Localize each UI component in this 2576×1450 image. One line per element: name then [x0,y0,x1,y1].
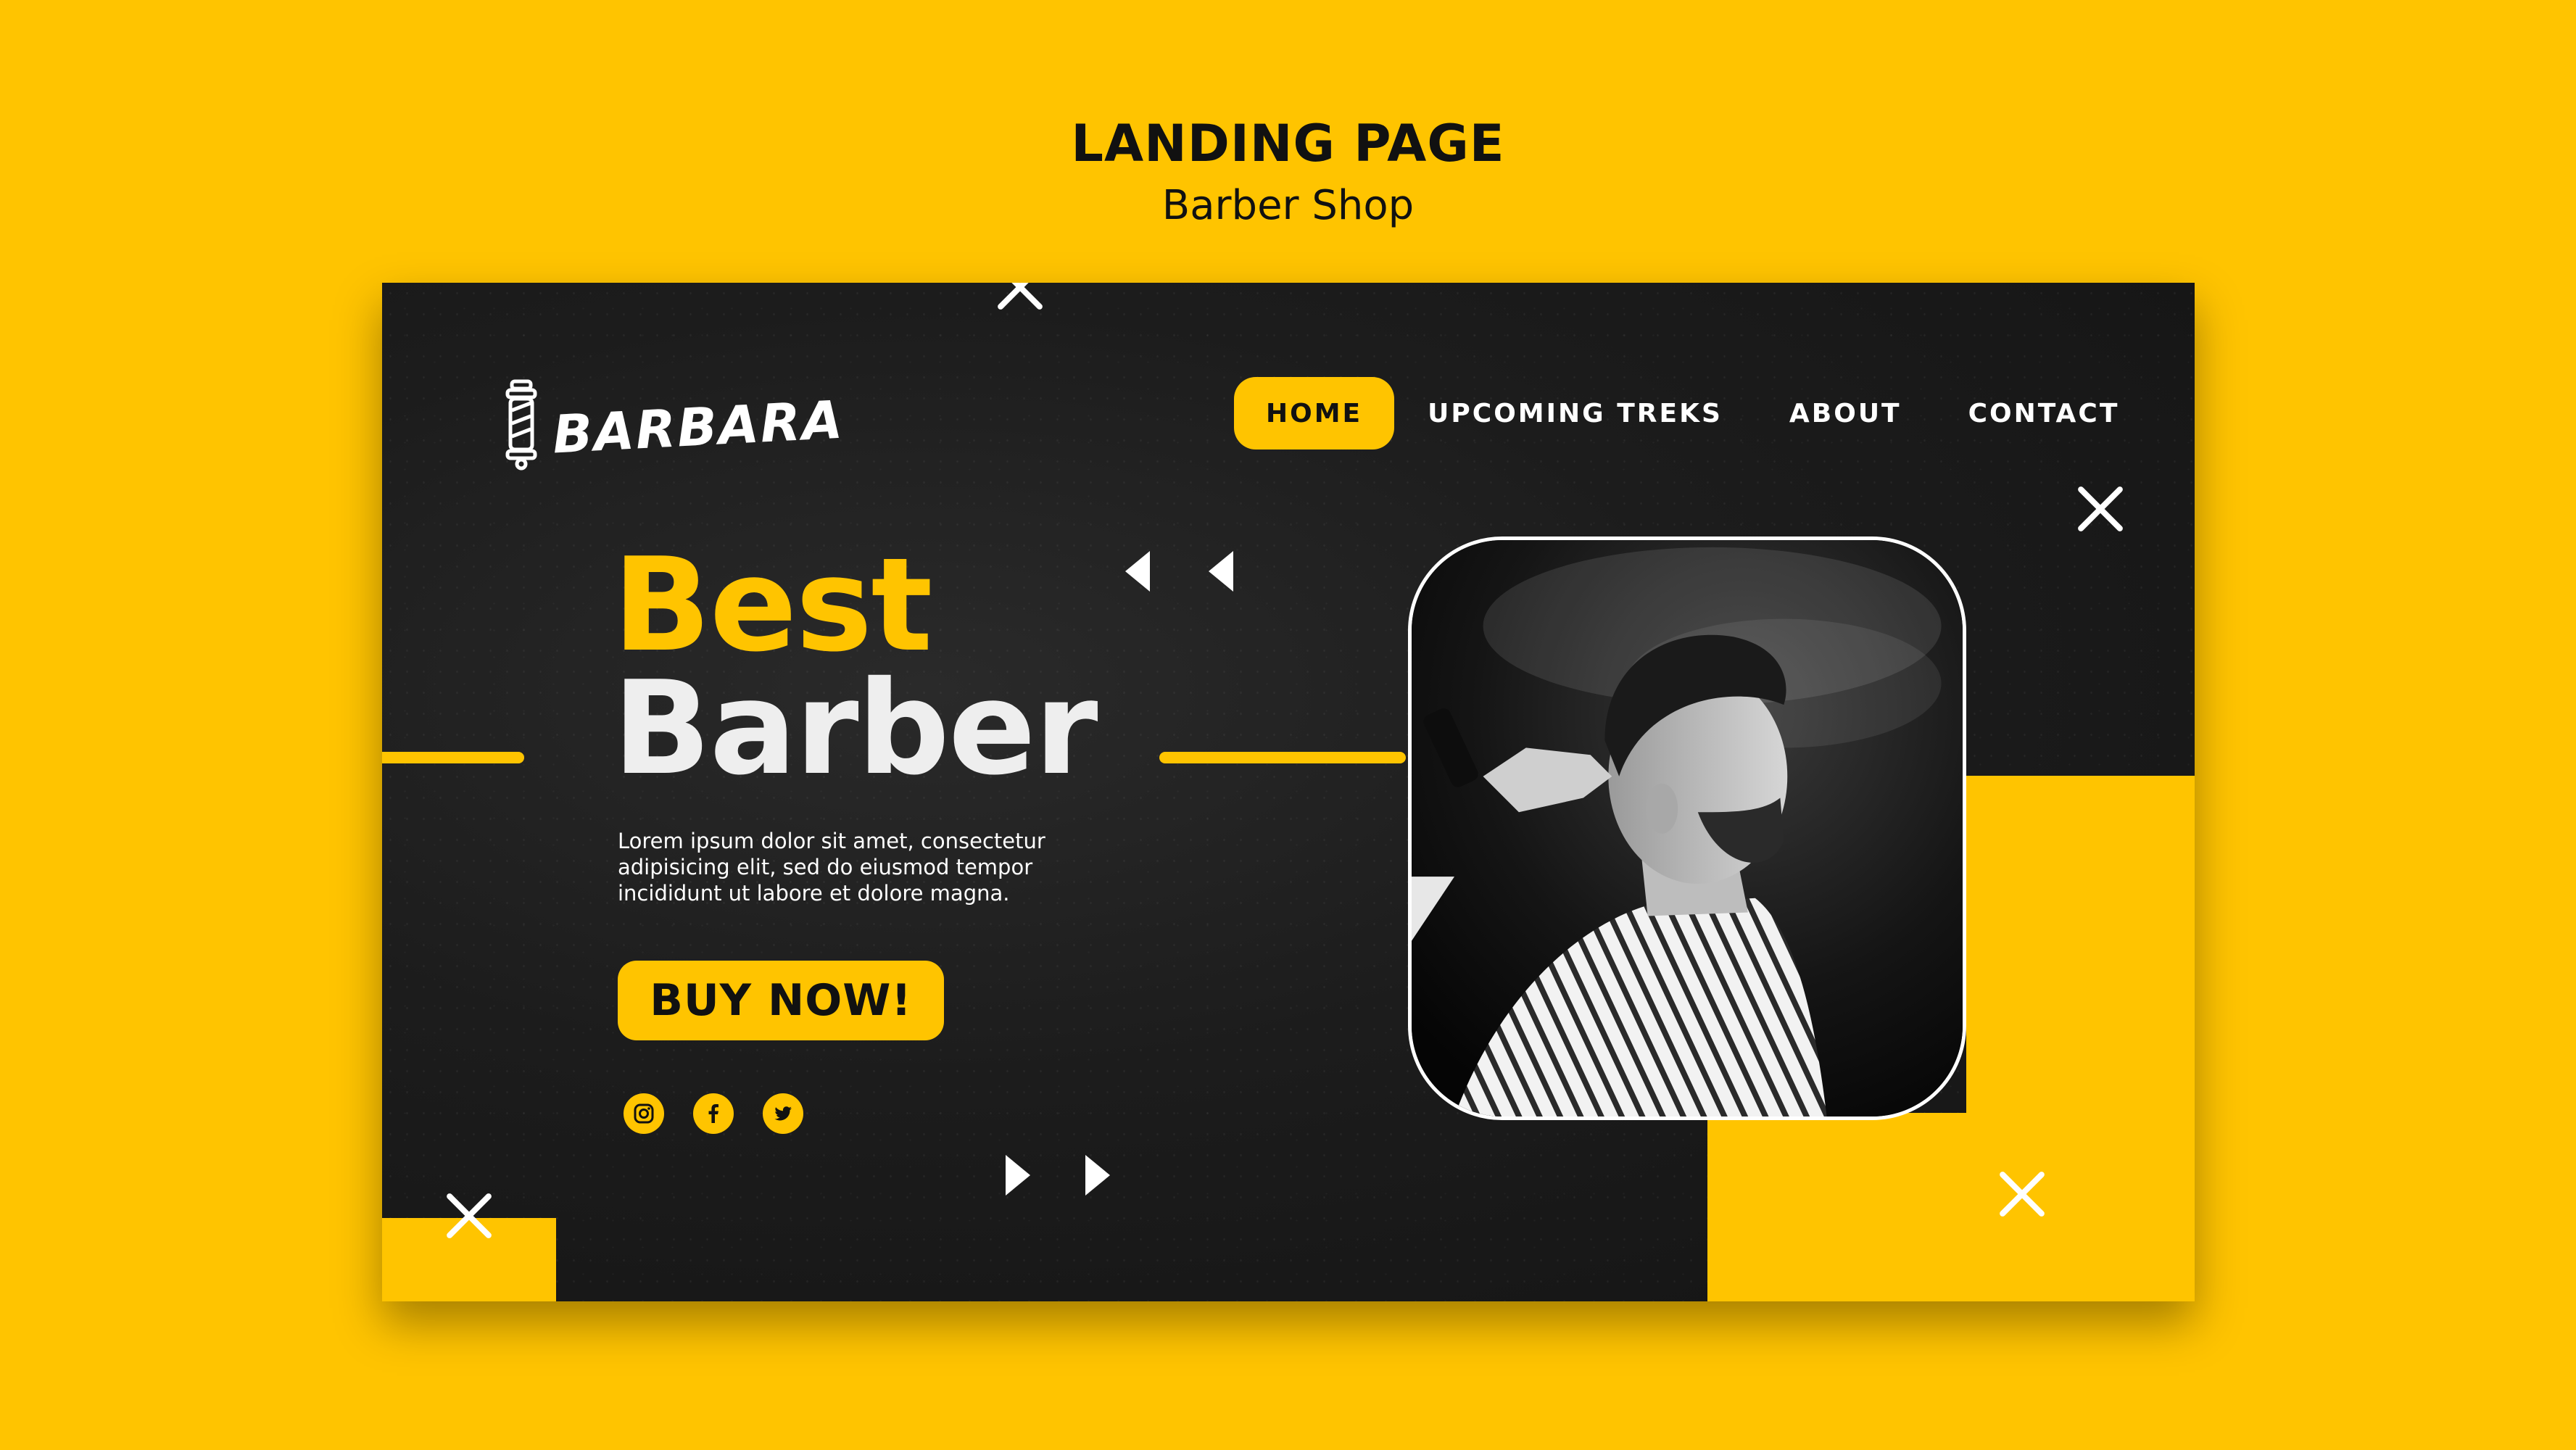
brand-logo[interactable]: BARBARA [502,378,845,475]
nav-item-home[interactable]: HOME [1234,377,1395,450]
barber-pole-icon [502,378,541,475]
decor-cross-icon [446,1193,492,1239]
page-title: LANDING PAGE [1071,114,1505,173]
nav-item-about[interactable]: ABOUT [1756,377,1935,450]
decor-cross-icon [1999,1171,2045,1217]
decor-cross-icon [997,283,1043,310]
decor-triangle-left-icon [1125,551,1150,592]
social-links [624,1093,803,1134]
facebook-icon[interactable] [693,1093,734,1134]
decor-cross-icon [2077,486,2124,532]
decor-triangle-right-icon [1006,1155,1030,1196]
decor-yellow-block [1707,1113,2195,1301]
brand-name: BARBARA [551,389,845,465]
nav-item-contact[interactable]: CONTACT [1935,377,2153,450]
landing-page-mockup: BARBARA HOME UPCOMING TREKS ABOUT CONTAC… [382,283,2195,1301]
page-subtitle: Barber Shop [1161,182,1415,229]
twitter-icon[interactable] [763,1093,803,1134]
decor-triangle-left-icon [1209,551,1233,592]
decor-line [1159,752,1406,763]
page-heading: LANDING PAGE Barber Shop [0,109,2576,233]
decor-triangle-right-icon [1085,1155,1110,1196]
buy-now-button[interactable]: BUY NOW! [618,961,944,1040]
barber-photo [1408,536,1966,1120]
hero-title-line1: Best [613,530,932,680]
hero-title-line2: Barber [613,653,1098,803]
decor-line [382,752,524,763]
instagram-icon[interactable] [624,1093,664,1134]
decor-yellow-block [1966,776,2195,1116]
main-nav: HOME UPCOMING TREKS ABOUT CONTACT [1234,377,2153,450]
nav-item-upcoming-treks[interactable]: UPCOMING TREKS [1394,377,1756,450]
hero-description: Lorem ipsum dolor sit amet, consectetur … [618,829,1045,906]
